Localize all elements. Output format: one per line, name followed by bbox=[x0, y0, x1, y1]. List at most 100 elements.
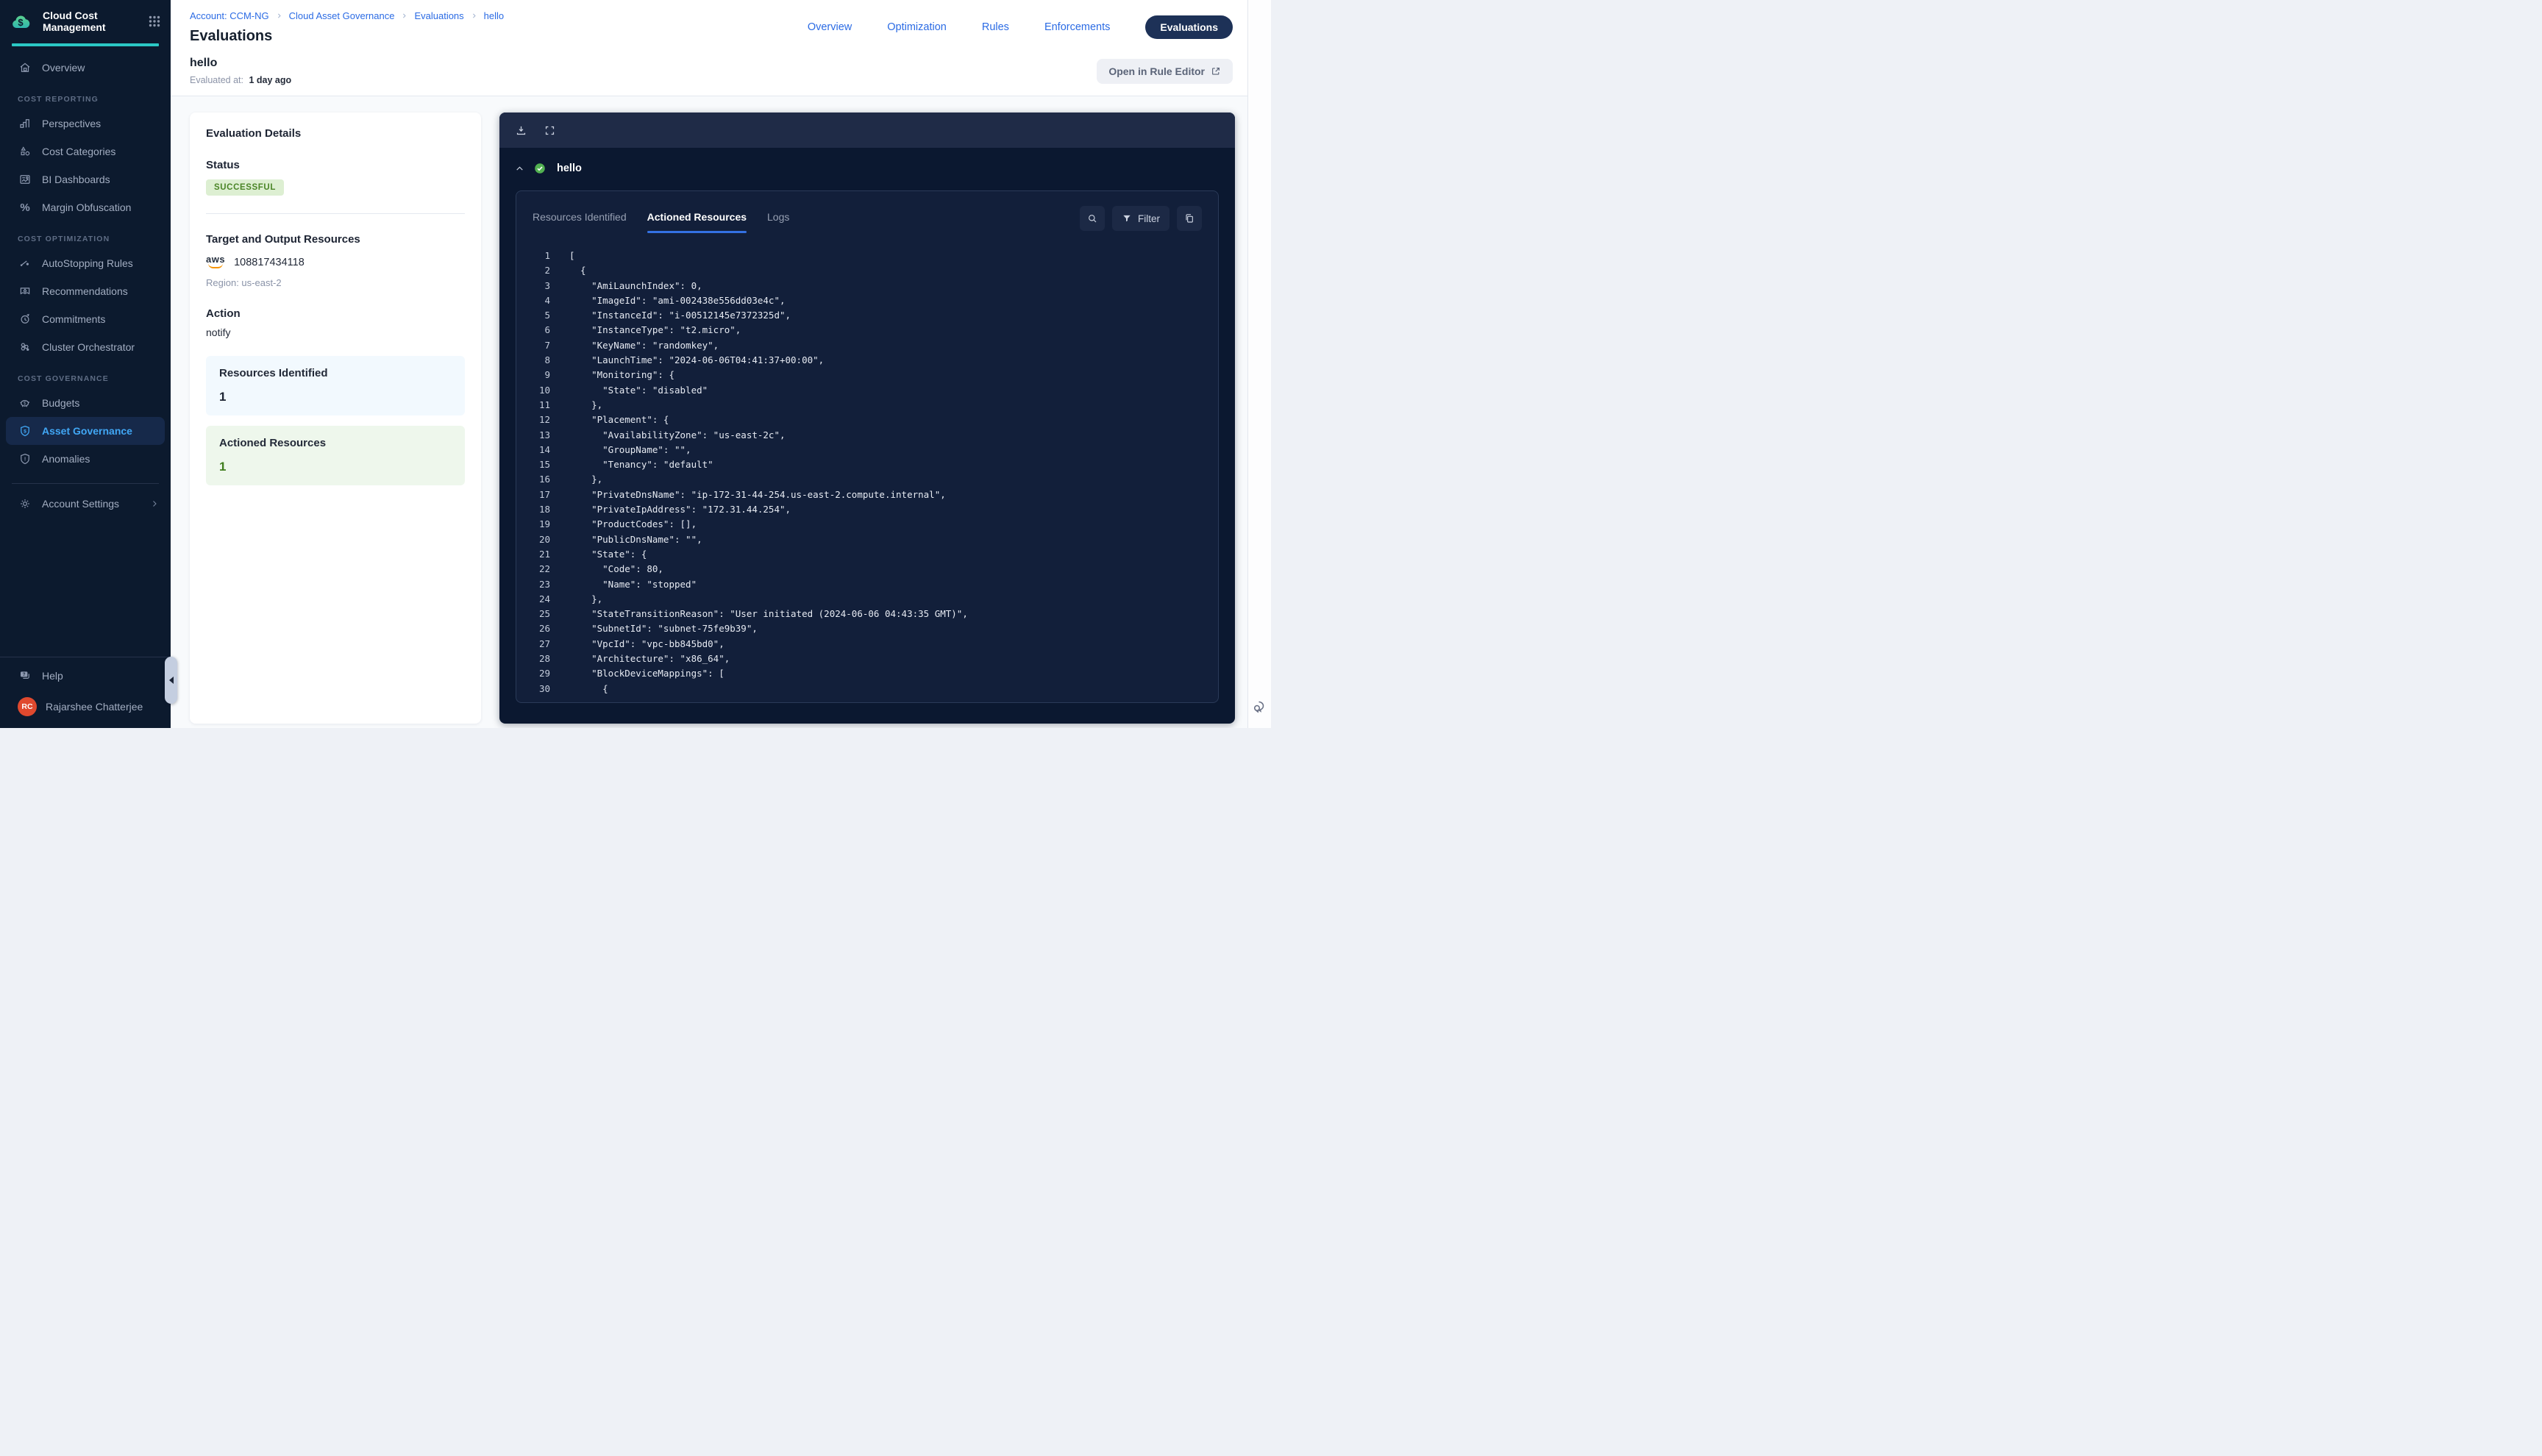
sidebar-item-cluster-orchestrator[interactable]: Cluster Orchestrator bbox=[0, 333, 171, 361]
sidebar-item-overview[interactable]: Overview bbox=[0, 54, 171, 82]
code-line: 20 "PublicDnsName": "", bbox=[530, 532, 1211, 547]
gear-icon bbox=[18, 497, 32, 510]
code-line: 9 "Monitoring": { bbox=[530, 368, 1211, 382]
line-number: 8 bbox=[530, 353, 550, 368]
line-content: "LaunchTime": "2024-06-06T04:41:37+00:00… bbox=[569, 353, 824, 368]
resources-identified-tile: Resources Identified 1 bbox=[206, 356, 465, 415]
sidebar-item-help[interactable]: ? Help bbox=[0, 662, 171, 690]
copy-button[interactable] bbox=[1177, 206, 1202, 231]
line-number: 5 bbox=[530, 308, 550, 323]
line-number: 23 bbox=[530, 577, 550, 592]
chat-bubbles-icon[interactable] bbox=[1251, 699, 1269, 716]
code-line: 12 "Placement": { bbox=[530, 413, 1211, 427]
breadcrumb-account[interactable]: Account: CCM-NG bbox=[190, 10, 269, 21]
sidebar-item-margin-obfuscation[interactable]: % Margin Obfuscation bbox=[0, 193, 171, 221]
breadcrumb-current[interactable]: hello bbox=[484, 10, 504, 21]
percent-icon: % bbox=[18, 201, 32, 214]
nav-link-enforcements[interactable]: Enforcements bbox=[1044, 21, 1110, 33]
line-content: "PrivateDnsName": "ip-172-31-44-254.us-e… bbox=[569, 488, 946, 502]
line-content: "Tenancy": "default" bbox=[569, 457, 713, 472]
sidebar-item-label: BI Dashboards bbox=[42, 174, 110, 185]
line-number: 4 bbox=[530, 293, 550, 308]
clock-icon bbox=[18, 313, 32, 326]
line-content: "Placement": { bbox=[569, 413, 669, 427]
sidebar-item-asset-governance[interactable]: $ Asset Governance bbox=[6, 417, 165, 445]
section-label-cost-optimization: COST OPTIMIZATION bbox=[0, 221, 171, 249]
module-grid-icon[interactable] bbox=[149, 15, 160, 27]
nav-link-overview[interactable]: Overview bbox=[808, 21, 852, 33]
breadcrumb-evaluations[interactable]: Evaluations bbox=[414, 10, 463, 21]
line-number: 25 bbox=[530, 607, 550, 621]
line-content: "ProductCodes": [], bbox=[569, 517, 697, 532]
line-content: { bbox=[569, 682, 608, 696]
sidebar-item-autostopping-rules[interactable]: AutoStopping Rules bbox=[0, 249, 171, 277]
code-line: 24 }, bbox=[530, 592, 1211, 607]
nav-pill-evaluations[interactable]: Evaluations bbox=[1145, 15, 1233, 39]
tab-logs[interactable]: Logs bbox=[767, 211, 789, 233]
evaluation-details-card: Evaluation Details Status SUCCESSFUL Tar… bbox=[190, 113, 481, 724]
section-label-cost-governance: COST GOVERNANCE bbox=[0, 361, 171, 389]
open-button-label: Open in Rule Editor bbox=[1108, 65, 1205, 77]
dollar-glyph: $ bbox=[18, 17, 24, 28]
panel-toolbar bbox=[499, 113, 1235, 148]
shapes-icon bbox=[18, 145, 32, 158]
actioned-resources-tile: Actioned Resources 1 bbox=[206, 426, 465, 485]
code-line: 18 "PrivateIpAddress": "172.31.44.254", bbox=[530, 502, 1211, 517]
code-line: 22 "Code": 80, bbox=[530, 562, 1211, 577]
download-icon[interactable] bbox=[515, 124, 527, 137]
sidebar-item-cost-categories[interactable]: Cost Categories bbox=[0, 138, 171, 165]
exclamation-glyph: ! bbox=[24, 456, 26, 462]
json-code-viewer[interactable]: 1[2 {3 "AmiLaunchIndex": 0,4 "ImageId": … bbox=[516, 238, 1218, 702]
code-line: 2 { bbox=[530, 263, 1211, 278]
line-content: "State": "disabled" bbox=[569, 383, 708, 398]
code-line: 8 "LaunchTime": "2024-06-06T04:41:37+00:… bbox=[530, 353, 1211, 368]
line-number: 24 bbox=[530, 592, 550, 607]
tab-actioned-resources[interactable]: Actioned Resources bbox=[647, 211, 747, 233]
sidebar-item-bi-dashboards[interactable]: BI Dashboards bbox=[0, 165, 171, 193]
line-number: 12 bbox=[530, 413, 550, 427]
sidebar-collapse-handle[interactable] bbox=[165, 657, 177, 704]
search-button[interactable] bbox=[1080, 206, 1105, 231]
evaluation-name: hello bbox=[190, 57, 1097, 70]
nav-link-optimization[interactable]: Optimization bbox=[887, 21, 947, 33]
filter-button[interactable]: Filter bbox=[1112, 206, 1169, 231]
main-area: Account: CCM-NG Cloud Asset Governance E… bbox=[171, 0, 1271, 728]
stat-label: Resources Identified bbox=[219, 367, 452, 379]
tab-resources-identified[interactable]: Resources Identified bbox=[533, 211, 627, 233]
sidebar-item-anomalies[interactable]: ! Anomalies bbox=[0, 445, 171, 473]
line-content: "Architecture": "x86_64", bbox=[569, 652, 730, 666]
code-line: 27 "VpcId": "vpc-bb845bd0", bbox=[530, 637, 1211, 652]
line-number: 6 bbox=[530, 323, 550, 338]
sidebar: $ Cloud Cost Management Overview COST RE… bbox=[0, 0, 171, 728]
line-content: "VpcId": "vpc-bb845bd0", bbox=[569, 637, 724, 652]
nav-link-rules[interactable]: Rules bbox=[982, 21, 1009, 33]
evaluated-at-label: Evaluated at: bbox=[190, 75, 243, 85]
collapse-chevron-icon[interactable] bbox=[515, 164, 524, 174]
sidebar-item-perspectives[interactable]: Perspectives bbox=[0, 110, 171, 138]
sidebar-item-budgets[interactable]: $ Budgets bbox=[0, 389, 171, 417]
logo-accent-bar bbox=[12, 43, 159, 46]
line-number: 20 bbox=[530, 532, 550, 547]
line-content: [ bbox=[569, 249, 575, 263]
autostopping-icon bbox=[18, 257, 32, 270]
status-label: Status bbox=[206, 159, 465, 171]
evaluated-at-value: 1 day ago bbox=[249, 75, 291, 85]
line-number: 15 bbox=[530, 457, 550, 472]
sidebar-item-recommendations[interactable]: Recommendations bbox=[0, 277, 171, 305]
line-number: 22 bbox=[530, 562, 550, 577]
user-profile[interactable]: RC Rajarshee Chatterjee bbox=[0, 691, 171, 728]
content-area: Evaluation Details Status SUCCESSFUL Tar… bbox=[171, 96, 1271, 728]
breadcrumb: Account: CCM-NG Cloud Asset Governance E… bbox=[190, 10, 808, 21]
sidebar-item-label: Cluster Orchestrator bbox=[42, 341, 135, 353]
open-in-rule-editor-button[interactable]: Open in Rule Editor bbox=[1097, 59, 1233, 84]
breadcrumb-cloud-asset-governance[interactable]: Cloud Asset Governance bbox=[289, 10, 395, 21]
cluster-orchestrator-icon bbox=[18, 340, 32, 354]
code-line: 21 "State": { bbox=[530, 547, 1211, 562]
panel-evaluation-name: hello bbox=[557, 163, 582, 174]
filter-label: Filter bbox=[1138, 213, 1160, 224]
evaluation-output-panel: hello Resources Identified Actioned Reso… bbox=[499, 113, 1235, 724]
sidebar-item-account-settings[interactable]: Account Settings bbox=[0, 490, 171, 518]
sidebar-item-commitments[interactable]: Commitments bbox=[0, 305, 171, 333]
fullscreen-icon[interactable] bbox=[544, 124, 556, 137]
avatar: RC bbox=[18, 697, 37, 716]
